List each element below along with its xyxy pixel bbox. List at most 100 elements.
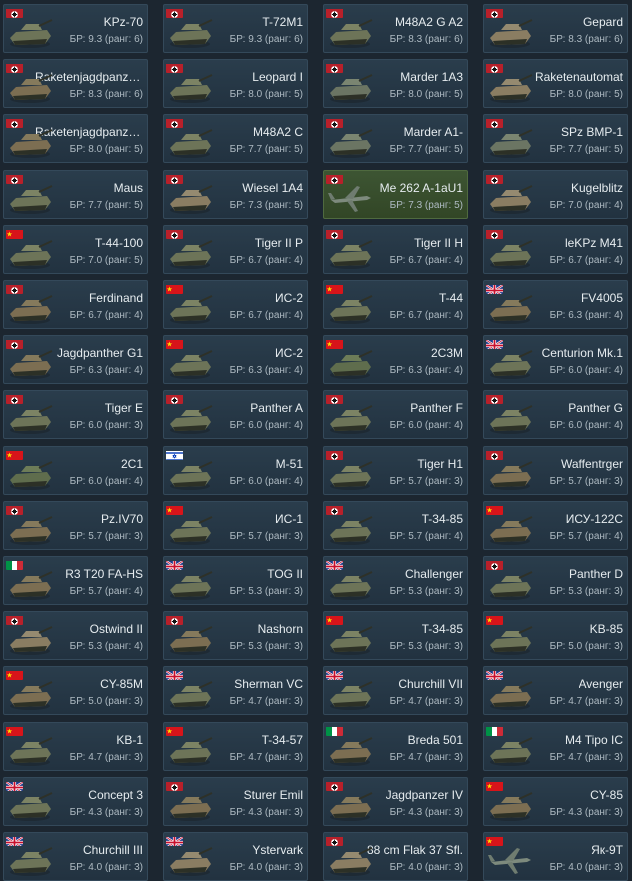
vehicle-card[interactable]: Panther G БР: 6.0 (ранг: 4) — [483, 390, 628, 439]
vehicle-name: Churchill III — [82, 843, 143, 857]
vehicle-card[interactable]: ИС-2 БР: 6.3 (ранг: 4) — [163, 335, 308, 384]
vehicle-card[interactable]: Jagdpanzer IV БР: 4.3 (ранг: 3) — [323, 777, 468, 826]
vehicle-card[interactable]: Maus БР: 7.7 (ранг: 5) — [3, 170, 148, 219]
vehicle-card[interactable]: CY-85 БР: 4.3 (ранг: 3) — [483, 777, 628, 826]
vehicle-name: TOG II — [267, 567, 303, 581]
vehicle-battle-rating: БР: 4.7 (ранг: 3) — [229, 752, 303, 763]
vehicle-card[interactable]: T-44 БР: 6.7 (ранг: 4) — [323, 280, 468, 329]
flag-cn-icon — [166, 725, 183, 736]
tank-icon — [167, 124, 213, 160]
vehicle-card[interactable]: leKPz M41 БР: 6.7 (ранг: 4) — [483, 225, 628, 274]
vehicle-name: Tiger II H — [414, 236, 463, 250]
vehicle-card[interactable]: Gepard БР: 8.3 (ранг: 6) — [483, 4, 628, 53]
vehicle-card[interactable]: Panther D БР: 5.3 (ранг: 3) — [483, 556, 628, 605]
vehicle-card[interactable]: Raketenjagdpanze... БР: 8.0 (ранг: 5) — [3, 114, 148, 163]
vehicle-card[interactable]: T-34-57 БР: 4.7 (ранг: 3) — [163, 722, 308, 771]
vehicle-card[interactable]: Marder A1- БР: 7.7 (ранг: 5) — [323, 114, 468, 163]
vehicle-card[interactable]: T-34-85 БР: 5.7 (ранг: 4) — [323, 501, 468, 550]
vehicle-name: 2C1 — [120, 457, 143, 471]
flag-de-icon — [326, 62, 343, 73]
spaa-icon — [487, 180, 533, 216]
vehicle-card[interactable]: Marder 1A3 БР: 8.0 (ранг: 5) — [323, 59, 468, 108]
vehicle-card[interactable]: ИС-2 БР: 6.7 (ранг: 4) — [163, 280, 308, 329]
vehicle-card[interactable]: KB-85 БР: 5.0 (ранг: 3) — [483, 611, 628, 660]
tank-icon — [7, 400, 53, 436]
vehicle-card[interactable]: 2С3М БР: 6.3 (ранг: 4) — [323, 335, 468, 384]
vehicle-card[interactable]: Ystervark БР: 4.0 (ранг: 3) — [163, 832, 308, 881]
vehicle-name: Tiger E — [104, 401, 143, 415]
vehicle-name: ИСУ-122С — [565, 512, 623, 526]
vehicle-card[interactable]: CY-85M БР: 5.0 (ранг: 3) — [3, 666, 148, 715]
vehicle-card[interactable]: SPz BMP-1 БР: 7.7 (ранг: 5) — [483, 114, 628, 163]
vehicle-card[interactable]: Avenger БР: 4.7 (ранг: 3) — [483, 666, 628, 715]
vehicle-card[interactable]: M4 Tipo IC БР: 4.7 (ранг: 3) — [483, 722, 628, 771]
vehicle-name: Me 262 A-1aU1 — [379, 181, 463, 195]
vehicle-card[interactable]: Leopard I БР: 8.0 (ранг: 5) — [163, 59, 308, 108]
vehicle-name: M48A2 C — [252, 125, 303, 139]
vehicle-card[interactable]: TOG II БР: 5.3 (ранг: 3) — [163, 556, 308, 605]
vehicle-card[interactable]: T-44-100 БР: 7.0 (ранг: 5) — [3, 225, 148, 274]
tank-icon — [327, 290, 373, 326]
vehicle-card[interactable]: R3 T20 FA-HS БР: 5.7 (ранг: 4) — [3, 556, 148, 605]
vehicle-card[interactable]: FV4005 БР: 6.3 (ранг: 4) — [483, 280, 628, 329]
vehicle-card[interactable]: M48A2 G A2 БР: 8.3 (ранг: 6) — [323, 4, 468, 53]
vehicle-card[interactable]: Ferdinand БР: 6.7 (ранг: 4) — [3, 280, 148, 329]
vehicle-battle-rating: БР: 5.7 (ранг: 3) — [549, 476, 623, 487]
vehicle-card[interactable]: Jagdpanther G1 БР: 6.3 (ранг: 4) — [3, 335, 148, 384]
vehicle-card[interactable]: Waffentrger БР: 5.7 (ранг: 3) — [483, 446, 628, 495]
flag-de-icon — [486, 173, 503, 184]
vehicle-card[interactable]: KPz-70 БР: 9.3 (ранг: 6) — [3, 4, 148, 53]
vehicle-battle-rating: БР: 7.7 (ранг: 5) — [389, 144, 463, 155]
vehicle-card[interactable]: Ostwind II БР: 5.3 (ранг: 4) — [3, 611, 148, 660]
vehicle-card[interactable]: Panther A БР: 6.0 (ранг: 4) — [163, 390, 308, 439]
vehicle-battle-rating: БР: 6.3 (ранг: 4) — [229, 365, 303, 376]
vehicle-card[interactable]: Churchill III БР: 4.0 (ранг: 3) — [3, 832, 148, 881]
flag-de-icon — [486, 393, 503, 404]
vehicle-card[interactable]: Sturer Emil БР: 4.3 (ранг: 3) — [163, 777, 308, 826]
flag-de-icon — [166, 173, 183, 184]
vehicle-card[interactable]: Panther F БР: 6.0 (ранг: 4) — [323, 390, 468, 439]
tank-destroyer-icon — [167, 787, 213, 823]
vehicle-card[interactable]: Як-9Т БР: 4.0 (ранг: 3) — [483, 832, 628, 881]
vehicle-card[interactable]: ИС-1 БР: 5.7 (ранг: 3) — [163, 501, 308, 550]
vehicle-card[interactable]: Tiger H1 БР: 5.7 (ранг: 3) — [323, 446, 468, 495]
vehicle-card[interactable]: Raketenautomat БР: 8.0 (ранг: 5) — [483, 59, 628, 108]
tank-icon — [327, 676, 373, 712]
vehicle-card[interactable]: Tiger II H БР: 6.7 (ранг: 4) — [323, 225, 468, 274]
vehicle-card[interactable]: Churchill VII БР: 4.7 (ранг: 3) — [323, 666, 468, 715]
vehicle-name: Breda 501 — [407, 733, 463, 747]
vehicle-card[interactable]: Breda 501 БР: 4.7 (ранг: 3) — [323, 722, 468, 771]
vehicle-battle-rating: БР: 6.0 (ранг: 4) — [229, 420, 303, 431]
vehicle-card[interactable]: T-72M1 БР: 9.3 (ранг: 6) — [163, 4, 308, 53]
vehicle-card[interactable]: KB-1 БР: 4.7 (ранг: 3) — [3, 722, 148, 771]
vehicle-card[interactable]: Tiger II P БР: 6.7 (ранг: 4) — [163, 225, 308, 274]
tank-icon — [7, 787, 53, 823]
tank-icon — [487, 566, 533, 602]
vehicle-card[interactable]: Kugelblitz БР: 7.0 (ранг: 4) — [483, 170, 628, 219]
vehicle-card[interactable]: Nashorn БР: 5.3 (ранг: 3) — [163, 611, 308, 660]
vehicle-card[interactable]: T-34-85 БР: 5.3 (ранг: 3) — [323, 611, 468, 660]
vehicle-card[interactable]: 2C1 БР: 6.0 (ранг: 4) — [3, 446, 148, 495]
ifv-icon — [487, 124, 533, 160]
vehicle-battle-rating: БР: 6.7 (ранг: 4) — [389, 310, 463, 321]
vehicle-name: Kugelblitz — [570, 181, 623, 195]
vehicle-card[interactable]: 88 cm Flak 37 Sfl. БР: 4.0 (ранг: 3) — [323, 832, 468, 881]
vehicle-card[interactable]: Pz.IV70 БР: 5.7 (ранг: 3) — [3, 501, 148, 550]
vehicle-name: Ferdinand — [88, 291, 143, 305]
vehicle-card[interactable]: Concept 3 БР: 4.3 (ранг: 3) — [3, 777, 148, 826]
vehicle-battle-rating: БР: 4.7 (ранг: 3) — [69, 752, 143, 763]
vehicle-card[interactable]: Tiger E БР: 6.0 (ранг: 3) — [3, 390, 148, 439]
vehicle-card[interactable]: Me 262 A-1aU1 БР: 7.3 (ранг: 5) — [323, 170, 468, 219]
vehicle-card[interactable]: M48A2 C БР: 7.7 (ранг: 5) — [163, 114, 308, 163]
vehicle-card[interactable]: Sherman VC БР: 4.7 (ранг: 3) — [163, 666, 308, 715]
vehicle-battle-rating: БР: 6.3 (ранг: 4) — [389, 365, 463, 376]
vehicle-card[interactable]: Challenger БР: 5.3 (ранг: 3) — [323, 556, 468, 605]
vehicle-card[interactable]: Raketenjagdpanze... БР: 8.3 (ранг: 6) — [3, 59, 148, 108]
vehicle-card[interactable]: Centurion Mk.1 БР: 6.0 (ранг: 4) — [483, 335, 628, 384]
flag-de-icon — [6, 117, 23, 128]
vehicle-card[interactable]: ИСУ-122С БР: 5.7 (ранг: 4) — [483, 501, 628, 550]
flag-de-icon — [486, 449, 503, 460]
tank-icon — [167, 69, 213, 105]
vehicle-card[interactable]: Wiesel 1A4 БР: 7.3 (ранг: 5) — [163, 170, 308, 219]
vehicle-card[interactable]: M-51 БР: 6.0 (ранг: 4) — [163, 446, 308, 495]
